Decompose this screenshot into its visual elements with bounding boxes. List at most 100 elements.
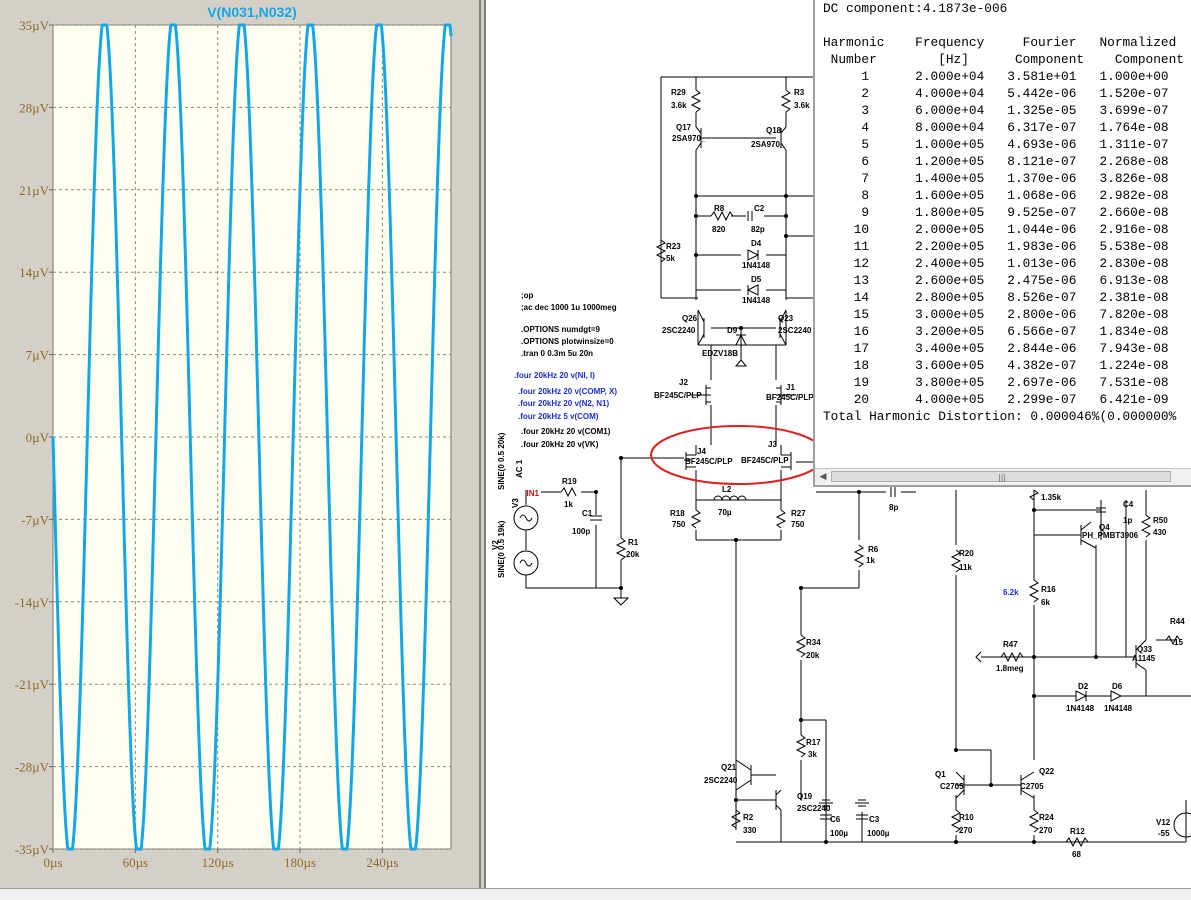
r29-name[interactable]: R29 <box>671 88 686 97</box>
r18-name[interactable]: R18 <box>670 509 685 518</box>
j1-name[interactable]: J1 <box>786 383 795 392</box>
q17-name[interactable]: Q17 <box>676 123 692 132</box>
r44-name[interactable]: R44 <box>1170 617 1185 626</box>
directive-options-plotwinsize[interactable]: .OPTIONS plotwinsize=0 <box>521 337 614 346</box>
q4-value[interactable]: PH_PMBT3906 <box>1082 531 1139 540</box>
waveform-plot-window[interactable]: 35µV 28µV 21µV 14µV 7µV 0µV -7µV -14µV -21µV -28µ… <box>0 0 481 888</box>
scroll-left-arrow-icon[interactable]: ◀ <box>815 469 831 485</box>
directive-four-com1[interactable]: .four 20kHz 20 v(COM1) <box>521 427 611 436</box>
r8-name[interactable]: R8 <box>714 204 725 213</box>
q1-value[interactable]: C2705 <box>940 782 964 791</box>
j1-value[interactable]: BF245C/PLP <box>766 393 814 402</box>
q1-name[interactable]: Q1 <box>935 770 946 779</box>
spice-directives[interactable]: ;op ;ac dec 1000 1u 1000meg .OPTIONS num… <box>514 291 617 449</box>
c1-name[interactable]: C1 <box>582 509 593 518</box>
r19-name[interactable]: R19 <box>562 477 577 486</box>
directive-four-ni[interactable]: .four 20kHz 20 v(NI, I) <box>514 371 595 380</box>
r24-name[interactable]: R24 <box>1039 813 1054 822</box>
q19-name[interactable]: Q19 <box>797 792 813 801</box>
directive-four-com[interactable]: .four 20kHz 5 v(COM) <box>518 412 599 421</box>
v12-name-label[interactable]: V12 <box>1156 818 1171 827</box>
r10-value[interactable]: 270 <box>959 826 973 835</box>
q33-value[interactable]: A1145 <box>1132 654 1156 663</box>
d4-value[interactable]: 1N4148 <box>742 261 771 270</box>
r23-name[interactable]: R23 <box>666 242 681 251</box>
v3-ac-label[interactable]: AC 1 <box>515 459 524 478</box>
c4-value[interactable]: 1p <box>1123 516 1132 525</box>
j3-name[interactable]: J3 <box>768 440 777 449</box>
r2-value[interactable]: 330 <box>743 826 757 835</box>
waveform-plot[interactable]: 35µV 28µV 21µV 14µV 7µV 0µV -7µV -14µV -21µV -28µ… <box>0 0 479 888</box>
q26-value[interactable]: 2SC2240 <box>662 326 696 335</box>
d4-name[interactable]: D4 <box>751 239 762 248</box>
q23-value[interactable]: 2SC2240 <box>778 326 812 335</box>
c2-name[interactable]: C2 <box>754 204 765 213</box>
r44-value[interactable]: 15 <box>1174 638 1183 647</box>
directive-four-vk[interactable]: .four 20kHz 20 v(VK) <box>521 440 599 449</box>
q23-name[interactable]: Q23 <box>778 314 794 323</box>
r1-name[interactable]: R1 <box>628 538 639 547</box>
j3-value[interactable]: BF245C/PLP <box>741 456 789 465</box>
d6-name[interactable]: D6 <box>1112 682 1123 691</box>
r20-value[interactable]: 11k <box>959 563 972 572</box>
j4-value[interactable]: BF245C/PLP <box>685 457 733 466</box>
r27-name[interactable]: R27 <box>791 509 806 518</box>
c6-name[interactable]: C6 <box>830 815 841 824</box>
horizontal-scrollbar[interactable]: ◀ ||| <box>815 468 1191 485</box>
directive-op[interactable]: ;op <box>521 291 534 300</box>
r16-value[interactable]: 6k <box>1041 598 1050 607</box>
d6-value[interactable]: 1N4148 <box>1104 704 1133 713</box>
j2-name[interactable]: J2 <box>679 378 688 387</box>
q19-value[interactable]: 2SC2240 <box>797 804 831 813</box>
j2-value[interactable]: BF245C/PLP <box>654 391 702 400</box>
r34-name[interactable]: R34 <box>806 638 821 647</box>
d2-value[interactable]: 1N4148 <box>1066 704 1095 713</box>
q17-value[interactable]: 2SA970_ <box>672 134 706 143</box>
j4-name[interactable]: J4 <box>697 447 706 456</box>
r47-name[interactable]: R47 <box>1003 640 1018 649</box>
directive-ac[interactable]: ;ac dec 1000 1u 1000meg <box>521 303 617 312</box>
r-top-value[interactable]: 1.35k <box>1041 493 1062 502</box>
d9-value[interactable]: EDZV18B <box>702 349 738 358</box>
directive-four-comp[interactable]: .four 20kHz 20 v(COMP, X) <box>518 387 617 396</box>
q18-value[interactable]: 2SA970_ <box>751 140 785 149</box>
c4-name[interactable]: C4 <box>1123 500 1134 509</box>
scrollbar-thumb[interactable]: ||| <box>831 471 1171 482</box>
q22-name[interactable]: Q22 <box>1039 767 1055 776</box>
c3-name[interactable]: C3 <box>869 815 880 824</box>
r19-value[interactable]: 1k <box>564 500 573 509</box>
r27-value[interactable]: 750 <box>791 520 805 529</box>
v2-name-label[interactable]: V2 <box>491 540 500 550</box>
q22-value[interactable]: C2705 <box>1020 782 1044 791</box>
plot-title[interactable]: V(N031,N032) <box>207 4 297 20</box>
r20-name[interactable]: R20 <box>959 549 974 558</box>
r50-name[interactable]: R50 <box>1153 516 1168 525</box>
r50-value[interactable]: 430 <box>1153 528 1167 537</box>
d2-name[interactable]: D2 <box>1078 682 1089 691</box>
r6-name[interactable]: R6 <box>868 545 879 554</box>
c-8p-value[interactable]: 8p <box>889 503 898 512</box>
r24-value[interactable]: 270 <box>1039 826 1053 835</box>
r10-name[interactable]: R10 <box>959 813 974 822</box>
r47-value[interactable]: 1.8meg <box>996 664 1024 673</box>
q21-value[interactable]: 2SC2240 <box>704 776 738 785</box>
r16-param[interactable]: 6.2k <box>1003 588 1019 597</box>
r3-value[interactable]: 3.6k <box>794 101 810 110</box>
c6-value[interactable]: 100µ <box>830 829 848 838</box>
directive-options-numdgt[interactable]: .OPTIONS numdgt=9 <box>521 325 600 334</box>
r12-value[interactable]: 68 <box>1072 850 1081 859</box>
net-label-in1[interactable]: IN1 <box>527 489 540 498</box>
c3-value[interactable]: 1000µ <box>867 829 890 838</box>
l2-value[interactable]: 70µ <box>718 508 732 517</box>
v3-value-label[interactable]: SINE(0 0.5 20k) <box>497 432 506 490</box>
v12-value-label[interactable]: -55 <box>1158 829 1170 838</box>
c1-value[interactable]: 100p <box>572 527 590 536</box>
r34-value[interactable]: 20k <box>806 651 820 660</box>
directive-tran[interactable]: .tran 0 0.3m 5u 20n <box>521 349 593 358</box>
r8-value[interactable]: 820 <box>712 225 726 234</box>
r2-name[interactable]: R2 <box>743 813 754 822</box>
r6-value[interactable]: 1k <box>866 556 875 565</box>
r18-value[interactable]: 750 <box>672 520 686 529</box>
d5-value[interactable]: 1N4148 <box>742 296 771 305</box>
r29-value[interactable]: 3.6k <box>671 101 687 110</box>
